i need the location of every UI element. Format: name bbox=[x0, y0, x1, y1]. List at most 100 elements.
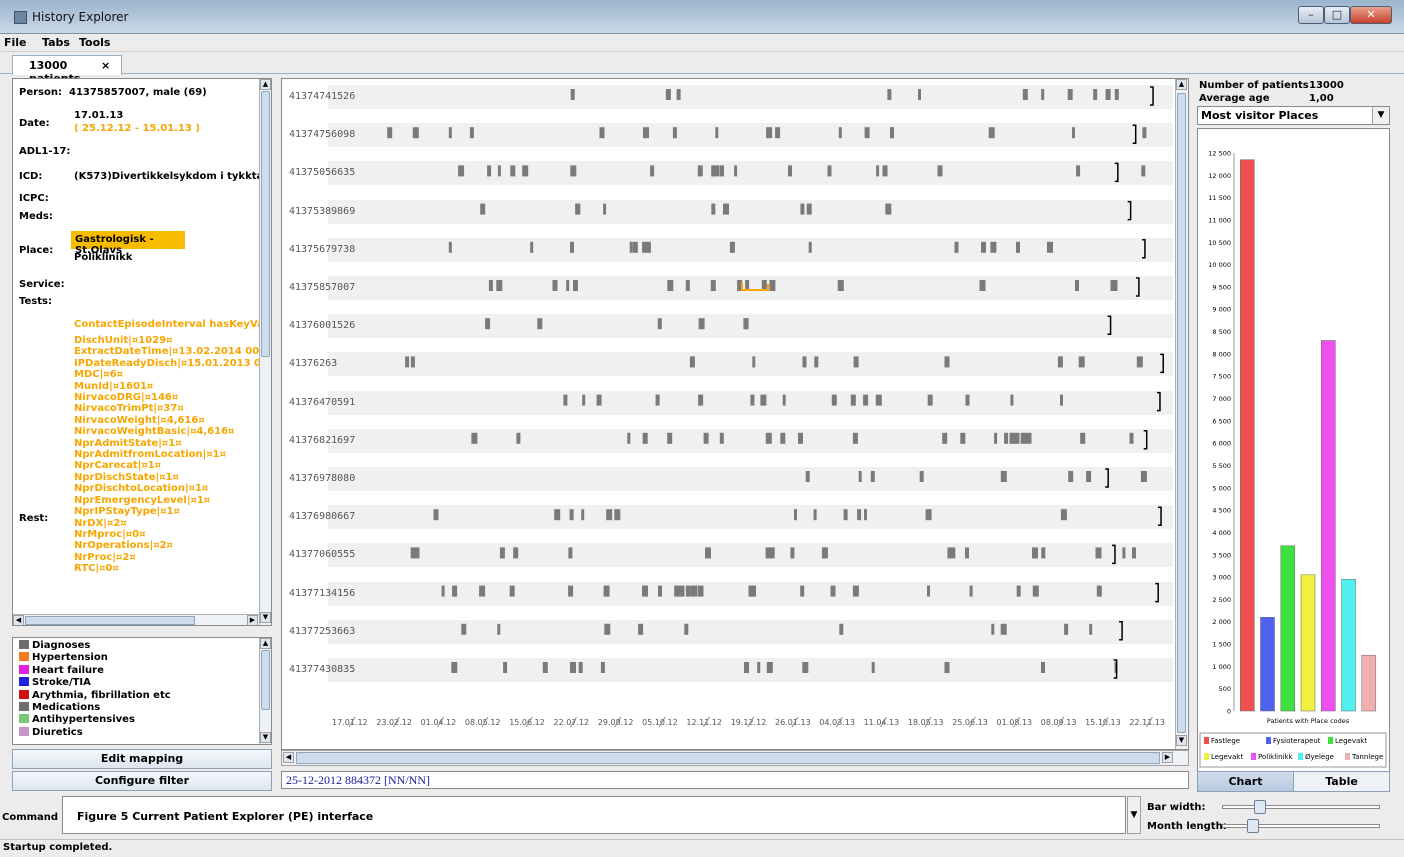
menu-tools[interactable]: Tools bbox=[79, 36, 110, 49]
event-mark[interactable] bbox=[387, 127, 393, 139]
event-mark[interactable] bbox=[705, 547, 711, 559]
event-mark[interactable] bbox=[1000, 623, 1007, 635]
event-mark[interactable] bbox=[1041, 662, 1045, 673]
timeline-scroll-up-icon[interactable]: ▲ bbox=[1176, 79, 1187, 90]
event-mark[interactable] bbox=[806, 203, 812, 215]
legend-item[interactable]: Antihypertensives bbox=[19, 714, 135, 725]
legend-item[interactable]: Diuretics bbox=[19, 726, 83, 738]
event-mark[interactable] bbox=[537, 318, 543, 330]
event-mark[interactable] bbox=[830, 585, 836, 597]
event-mark[interactable] bbox=[1075, 280, 1079, 291]
event-mark[interactable] bbox=[766, 127, 773, 139]
event-mark[interactable] bbox=[798, 432, 803, 444]
event-mark[interactable] bbox=[667, 432, 673, 444]
legend-item[interactable]: Stroke/TIA bbox=[19, 677, 91, 688]
patient-id[interactable]: 41376980667 bbox=[289, 511, 355, 522]
patient-id[interactable]: 41377253663 bbox=[289, 626, 355, 637]
hscroll-thumb[interactable] bbox=[25, 616, 195, 625]
event-mark[interactable] bbox=[827, 165, 832, 177]
event-mark[interactable] bbox=[1080, 432, 1086, 444]
event-mark[interactable] bbox=[942, 432, 948, 444]
event-mark[interactable] bbox=[513, 547, 519, 559]
event-mark[interactable] bbox=[885, 203, 892, 215]
event-mark[interactable] bbox=[1022, 89, 1028, 100]
bar[interactable] bbox=[1321, 340, 1336, 712]
legend-vscroll[interactable]: ▲ ▼ bbox=[259, 638, 271, 744]
scroll-down-icon[interactable]: ▼ bbox=[260, 612, 271, 623]
event-mark[interactable] bbox=[578, 662, 583, 673]
event-mark[interactable] bbox=[596, 394, 602, 406]
event-mark[interactable] bbox=[410, 356, 415, 368]
menu-tabs[interactable]: Tabs bbox=[42, 36, 70, 49]
event-mark[interactable] bbox=[698, 394, 704, 406]
event-mark[interactable] bbox=[441, 585, 445, 597]
scroll-up-icon[interactable]: ▲ bbox=[260, 79, 271, 90]
event-mark[interactable] bbox=[542, 662, 547, 673]
event-mark[interactable] bbox=[606, 509, 613, 521]
bar[interactable] bbox=[1300, 574, 1316, 712]
event-mark[interactable] bbox=[852, 585, 859, 597]
event-mark[interactable] bbox=[703, 432, 709, 444]
event-mark[interactable] bbox=[919, 471, 924, 482]
event-mark[interactable] bbox=[1000, 471, 1007, 482]
event-mark[interactable] bbox=[650, 165, 655, 177]
bar[interactable] bbox=[1341, 579, 1356, 712]
event-mark[interactable] bbox=[672, 127, 677, 139]
event-mark[interactable] bbox=[876, 165, 880, 177]
event-mark[interactable] bbox=[638, 623, 644, 635]
event-mark[interactable] bbox=[566, 280, 570, 291]
event-mark[interactable] bbox=[1140, 471, 1147, 482]
tab-table[interactable]: Table bbox=[1293, 771, 1390, 792]
event-mark[interactable] bbox=[685, 585, 691, 597]
event-mark[interactable] bbox=[627, 432, 631, 444]
event-mark[interactable] bbox=[1067, 89, 1073, 100]
event-mark[interactable] bbox=[794, 509, 797, 521]
event-mark[interactable] bbox=[496, 280, 503, 291]
event-mark[interactable] bbox=[719, 432, 724, 444]
patient-id[interactable]: 41376470591 bbox=[289, 397, 355, 408]
event-mark[interactable] bbox=[642, 241, 648, 253]
patient-id[interactable]: 41374756098 bbox=[289, 129, 355, 140]
event-mark[interactable] bbox=[1064, 623, 1069, 635]
event-mark[interactable] bbox=[937, 165, 943, 177]
event-mark[interactable] bbox=[800, 203, 805, 215]
event-mark[interactable] bbox=[723, 203, 729, 215]
minimize-button[interactable]: – bbox=[1298, 6, 1324, 24]
event-mark[interactable] bbox=[448, 127, 452, 139]
scroll-thumb[interactable] bbox=[261, 91, 270, 357]
event-mark[interactable] bbox=[1132, 547, 1136, 559]
event-mark[interactable] bbox=[658, 585, 662, 597]
details-hscroll[interactable]: ◀ ▶ bbox=[13, 614, 259, 625]
event-mark[interactable] bbox=[814, 356, 819, 368]
event-mark[interactable] bbox=[1041, 89, 1045, 100]
command-dropdown-icon[interactable]: ▼ bbox=[1127, 796, 1141, 834]
event-mark[interactable] bbox=[691, 585, 697, 597]
event-mark[interactable] bbox=[452, 585, 458, 597]
event-mark[interactable] bbox=[729, 241, 735, 253]
event-mark[interactable] bbox=[769, 280, 776, 291]
event-mark[interactable] bbox=[808, 241, 812, 253]
event-mark[interactable] bbox=[667, 280, 674, 291]
event-mark[interactable] bbox=[642, 585, 648, 597]
event-mark[interactable] bbox=[657, 318, 662, 330]
event-mark[interactable] bbox=[1025, 432, 1032, 444]
patient-id[interactable]: 41376978080 bbox=[289, 473, 355, 484]
configure-filter-button[interactable]: Configure filter bbox=[12, 771, 272, 791]
event-mark[interactable] bbox=[744, 318, 749, 330]
event-mark[interactable] bbox=[1047, 241, 1053, 253]
event-mark[interactable] bbox=[715, 127, 719, 139]
patient-id[interactable]: 41374741526 bbox=[289, 91, 355, 102]
event-mark[interactable] bbox=[991, 623, 995, 635]
event-mark[interactable] bbox=[530, 241, 534, 253]
event-mark[interactable] bbox=[875, 394, 882, 406]
event-mark[interactable] bbox=[988, 127, 995, 139]
event-mark[interactable] bbox=[1032, 547, 1038, 559]
event-mark[interactable] bbox=[918, 89, 921, 100]
event-mark[interactable] bbox=[563, 394, 568, 406]
event-mark[interactable] bbox=[990, 241, 997, 253]
event-mark[interactable] bbox=[646, 241, 651, 253]
event-mark[interactable] bbox=[882, 165, 888, 177]
month-length-slider[interactable] bbox=[1222, 819, 1380, 833]
event-mark[interactable] bbox=[839, 623, 844, 635]
timeline-scroll-left-icon[interactable]: ◀ bbox=[283, 752, 294, 763]
